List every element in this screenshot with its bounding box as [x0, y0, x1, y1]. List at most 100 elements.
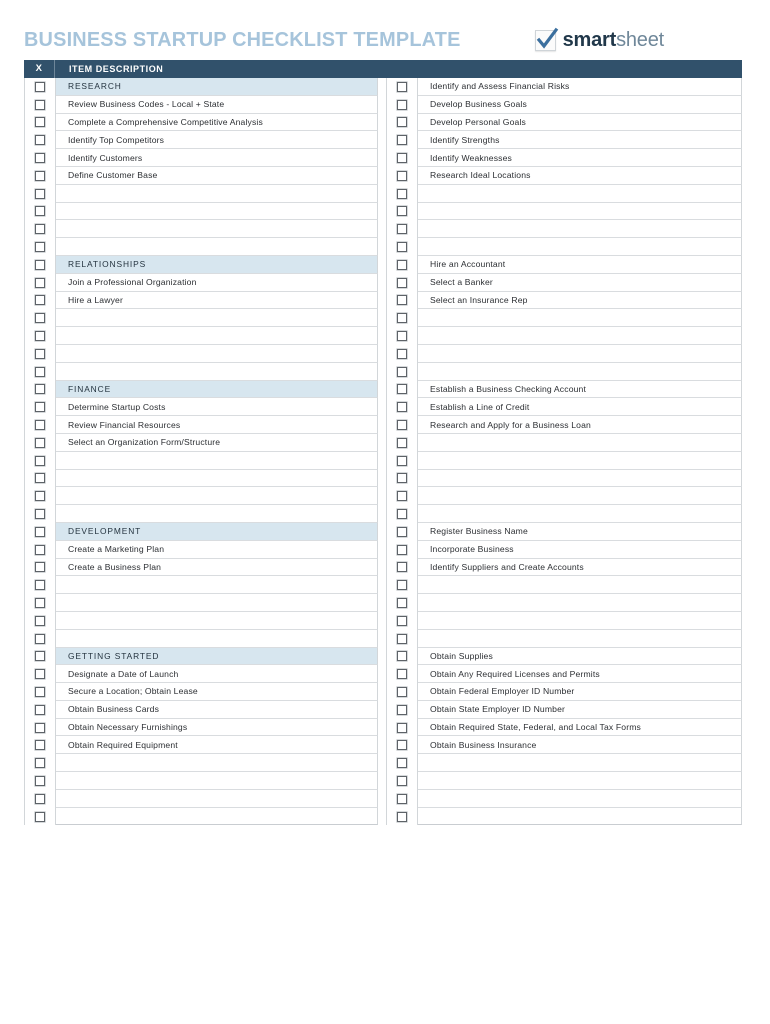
- checkbox-cell[interactable]: [24, 772, 56, 790]
- checkbox-icon[interactable]: [397, 295, 407, 306]
- checkbox-icon[interactable]: [35, 313, 45, 324]
- checkbox-icon[interactable]: [35, 580, 45, 591]
- checkbox-icon[interactable]: [35, 651, 45, 662]
- checkbox-icon[interactable]: [397, 81, 407, 92]
- checkbox-icon[interactable]: [397, 117, 407, 128]
- checkbox-cell[interactable]: [24, 202, 56, 221]
- checkbox-cell[interactable]: [24, 184, 56, 203]
- checkbox-icon[interactable]: [397, 99, 407, 110]
- checkbox-cell[interactable]: [24, 807, 56, 826]
- checkbox-cell[interactable]: [386, 166, 418, 185]
- checkbox-cell[interactable]: [24, 522, 56, 541]
- checkbox-cell[interactable]: [386, 487, 418, 506]
- checkbox-icon[interactable]: [35, 384, 45, 395]
- checkbox-cell[interactable]: [24, 433, 56, 452]
- checkbox-icon[interactable]: [397, 722, 407, 733]
- checkbox-cell[interactable]: [386, 451, 418, 470]
- checkbox-cell[interactable]: [386, 629, 418, 648]
- checkbox-icon[interactable]: [35, 188, 45, 199]
- checkbox-icon[interactable]: [397, 313, 407, 324]
- checkbox-cell[interactable]: [24, 736, 56, 755]
- checkbox-cell[interactable]: [24, 558, 56, 577]
- checkbox-cell[interactable]: [386, 202, 418, 221]
- checkbox-icon[interactable]: [35, 224, 45, 235]
- checkbox-cell[interactable]: [386, 540, 418, 559]
- checkbox-icon[interactable]: [35, 669, 45, 680]
- checkbox-cell[interactable]: [386, 149, 418, 167]
- checkbox-icon[interactable]: [397, 704, 407, 715]
- checkbox-icon[interactable]: [35, 758, 45, 769]
- checkbox-icon[interactable]: [397, 633, 407, 644]
- checkbox-icon[interactable]: [35, 704, 45, 715]
- checkbox-cell[interactable]: [386, 327, 418, 345]
- checkbox-cell[interactable]: [24, 255, 56, 274]
- checkbox-icon[interactable]: [397, 562, 407, 573]
- checkbox-cell[interactable]: [24, 131, 56, 150]
- checkbox-cell[interactable]: [24, 291, 56, 310]
- checkbox-icon[interactable]: [397, 366, 407, 377]
- checkbox-icon[interactable]: [35, 722, 45, 733]
- checkbox-cell[interactable]: [24, 665, 56, 684]
- checkbox-icon[interactable]: [397, 331, 407, 342]
- checkbox-icon[interactable]: [397, 651, 407, 662]
- checkbox-icon[interactable]: [35, 295, 45, 306]
- checkbox-cell[interactable]: [24, 398, 56, 417]
- checkbox-cell[interactable]: [24, 629, 56, 648]
- checkbox-icon[interactable]: [397, 473, 407, 484]
- checkbox-cell[interactable]: [24, 78, 56, 96]
- checkbox-cell[interactable]: [24, 149, 56, 167]
- checkbox-icon[interactable]: [35, 81, 45, 92]
- checkbox-cell[interactable]: [386, 131, 418, 150]
- checkbox-icon[interactable]: [397, 242, 407, 253]
- checkbox-cell[interactable]: [24, 487, 56, 506]
- checkbox-cell[interactable]: [24, 540, 56, 559]
- checkbox-cell[interactable]: [24, 95, 56, 114]
- checkbox-cell[interactable]: [386, 807, 418, 826]
- checkbox-icon[interactable]: [397, 793, 407, 804]
- checkbox-icon[interactable]: [35, 775, 45, 786]
- checkbox-cell[interactable]: [386, 665, 418, 684]
- checkbox-icon[interactable]: [397, 259, 407, 270]
- checkbox-icon[interactable]: [397, 526, 407, 537]
- checkbox-cell[interactable]: [386, 273, 418, 292]
- checkbox-icon[interactable]: [35, 544, 45, 555]
- checkbox-icon[interactable]: [35, 420, 45, 431]
- checkbox-cell[interactable]: [24, 700, 56, 719]
- checkbox-icon[interactable]: [35, 491, 45, 502]
- checkbox-icon[interactable]: [397, 384, 407, 395]
- checkbox-cell[interactable]: [386, 683, 418, 701]
- checkbox-cell[interactable]: [386, 433, 418, 452]
- checkbox-icon[interactable]: [397, 437, 407, 448]
- checkbox-icon[interactable]: [397, 206, 407, 217]
- checkbox-icon[interactable]: [35, 135, 45, 146]
- checkbox-cell[interactable]: [24, 380, 56, 399]
- checkbox-cell[interactable]: [386, 700, 418, 719]
- checkbox-cell[interactable]: [386, 594, 418, 612]
- checkbox-icon[interactable]: [35, 473, 45, 484]
- checkbox-icon[interactable]: [397, 509, 407, 520]
- checkbox-icon[interactable]: [397, 348, 407, 359]
- checkbox-cell[interactable]: [24, 789, 56, 808]
- checkbox-icon[interactable]: [35, 117, 45, 128]
- checkbox-icon[interactable]: [35, 242, 45, 253]
- checkbox-icon[interactable]: [35, 562, 45, 573]
- checkbox-cell[interactable]: [386, 505, 418, 523]
- checkbox-cell[interactable]: [386, 736, 418, 755]
- checkbox-icon[interactable]: [35, 348, 45, 359]
- checkbox-cell[interactable]: [386, 772, 418, 790]
- checkbox-cell[interactable]: [24, 647, 56, 666]
- checkbox-cell[interactable]: [386, 789, 418, 808]
- checkbox-icon[interactable]: [35, 455, 45, 466]
- checkbox-icon[interactable]: [35, 793, 45, 804]
- checkbox-cell[interactable]: [386, 255, 418, 274]
- checkbox-icon[interactable]: [397, 420, 407, 431]
- checkbox-icon[interactable]: [397, 277, 407, 288]
- checkbox-cell[interactable]: [386, 291, 418, 310]
- checkbox-cell[interactable]: [386, 344, 418, 363]
- checkbox-icon[interactable]: [397, 402, 407, 413]
- checkbox-icon[interactable]: [35, 331, 45, 342]
- checkbox-icon[interactable]: [397, 188, 407, 199]
- checkbox-cell[interactable]: [24, 238, 56, 256]
- checkbox-cell[interactable]: [386, 113, 418, 132]
- checkbox-cell[interactable]: [24, 754, 56, 773]
